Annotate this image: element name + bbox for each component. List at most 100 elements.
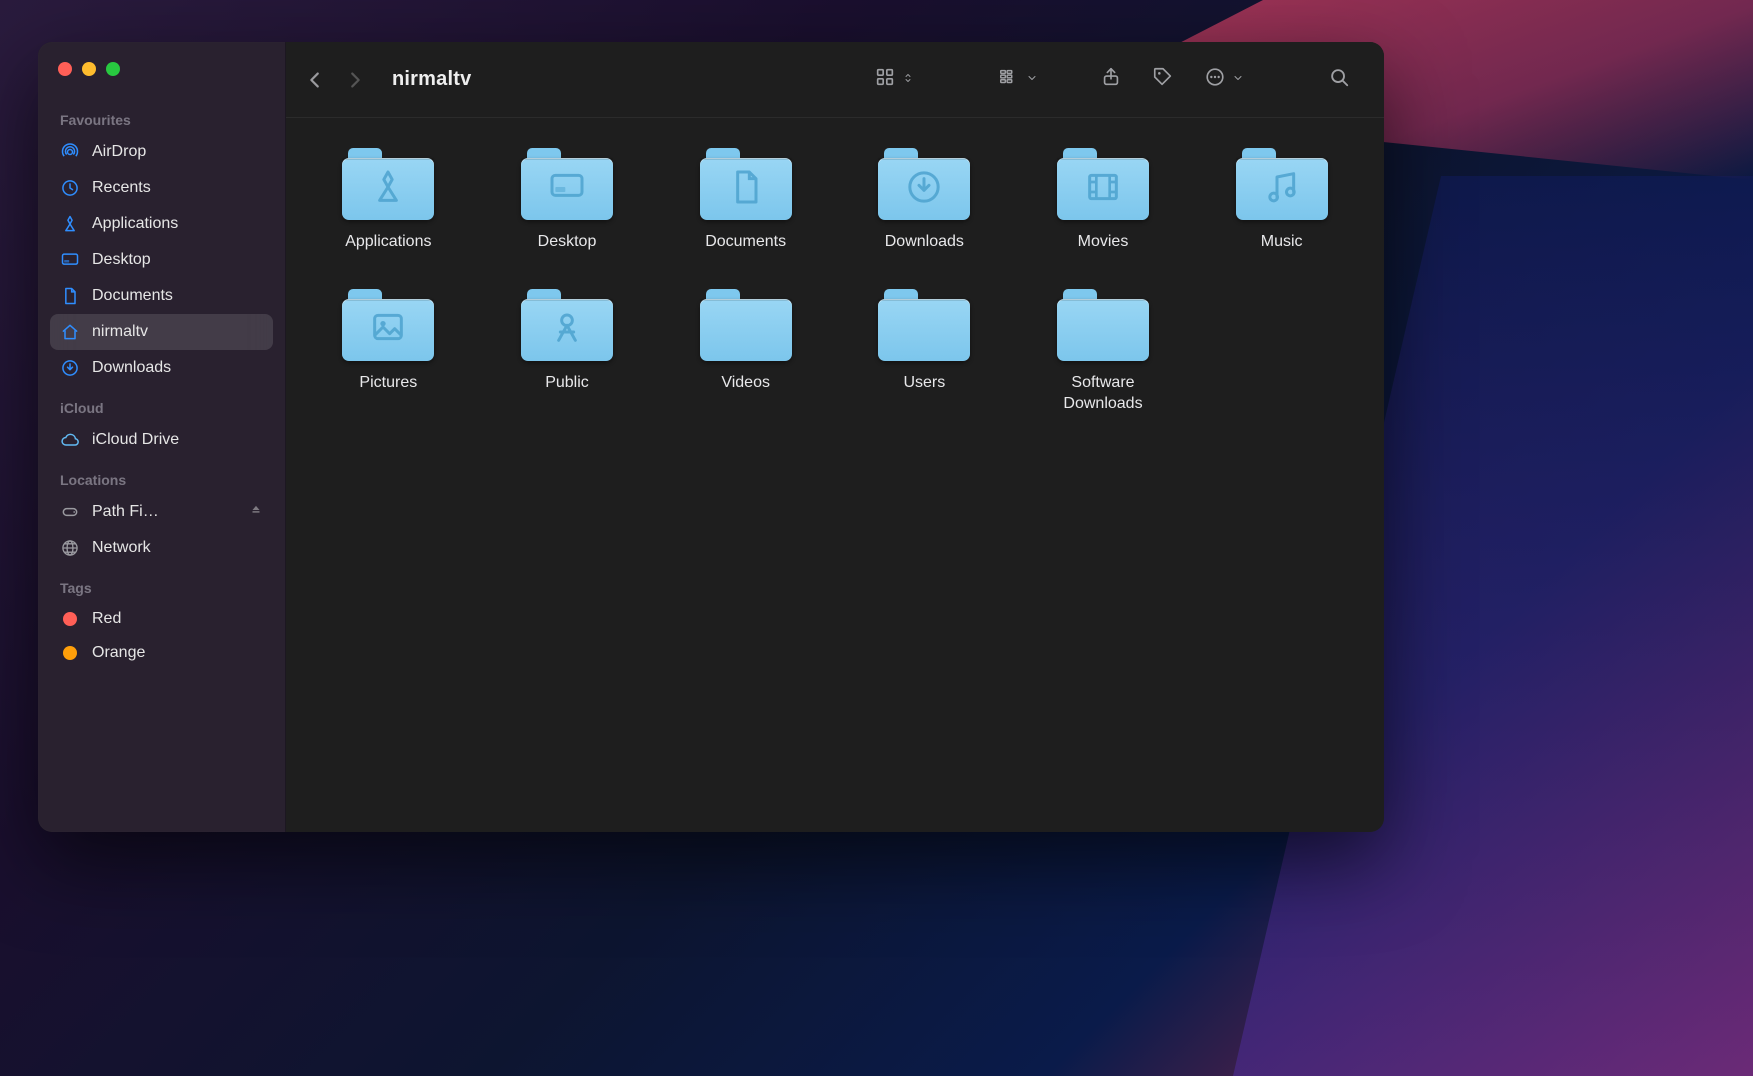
sidebar-item-label: Network xyxy=(92,539,151,557)
sidebar-item-label: Red xyxy=(92,610,121,628)
sidebar-item-label: nirmaltv xyxy=(92,323,148,341)
eject-icon[interactable] xyxy=(249,503,263,522)
download-glyph-icon xyxy=(904,167,944,212)
document-icon xyxy=(60,286,80,306)
tag-red-icon xyxy=(63,612,77,626)
doc-glyph-icon xyxy=(726,167,766,212)
folder-item[interactable]: Videos xyxy=(671,289,820,415)
folder-item[interactable]: Pictures xyxy=(314,289,463,415)
folder-icon xyxy=(1057,289,1149,361)
search-button[interactable] xyxy=(1320,60,1358,99)
folder-label: Software Downloads xyxy=(1033,373,1173,415)
folder-label: Videos xyxy=(721,373,770,394)
home-icon xyxy=(60,322,80,342)
sidebar-item-documents[interactable]: Documents xyxy=(50,278,273,314)
clock-icon xyxy=(60,178,80,198)
folder-icon xyxy=(521,289,613,361)
tags-button[interactable] xyxy=(1144,60,1182,99)
sidebar-item-label: Downloads xyxy=(92,359,171,377)
folder-label: Applications xyxy=(345,232,431,253)
zoom-button[interactable] xyxy=(106,62,120,76)
folder-item[interactable]: Public xyxy=(493,289,642,415)
tag-icon xyxy=(1152,66,1174,93)
main-pane: nirmaltv xyxy=(286,42,1384,832)
folder-item[interactable]: Music xyxy=(1207,148,1356,253)
music-glyph-icon xyxy=(1262,167,1302,212)
disk-icon xyxy=(60,502,80,522)
back-button[interactable] xyxy=(304,69,326,91)
share-icon xyxy=(1100,66,1122,93)
folder-label: Desktop xyxy=(538,232,597,253)
folder-item[interactable]: Software Downloads xyxy=(1029,289,1178,415)
updown-icon xyxy=(902,71,914,89)
movie-glyph-icon xyxy=(1083,167,1123,212)
sidebar-item-home[interactable]: nirmaltv xyxy=(50,314,273,350)
folder-icon xyxy=(342,148,434,220)
desktop-glyph-icon xyxy=(547,167,587,212)
folder-label: Downloads xyxy=(885,232,964,253)
chevron-down-icon xyxy=(1026,71,1038,89)
sidebar-item-icloud-drive[interactable]: iCloud Drive xyxy=(50,422,273,458)
close-button[interactable] xyxy=(58,62,72,76)
folder-grid: Applications Desktop Documents Downloads Mov… xyxy=(314,148,1356,414)
sidebar-item-label: AirDrop xyxy=(92,143,146,161)
folder-label: Public xyxy=(545,373,589,394)
folder-label: Documents xyxy=(705,232,786,253)
folder-icon xyxy=(700,289,792,361)
folder-icon xyxy=(878,148,970,220)
group-icon xyxy=(998,66,1020,93)
view-mode-button[interactable] xyxy=(866,60,922,99)
section-title-tags: Tags xyxy=(50,566,273,602)
sidebar: Favourites AirDrop Recents Applications … xyxy=(38,42,286,832)
sidebar-item-label: iCloud Drive xyxy=(92,431,179,449)
finder-window: Favourites AirDrop Recents Applications … xyxy=(38,42,1384,832)
sidebar-item-label: Applications xyxy=(92,215,178,233)
sidebar-item-tag-red[interactable]: Red xyxy=(50,602,273,636)
chevron-down-icon xyxy=(1232,71,1244,89)
folder-label: Pictures xyxy=(359,373,417,394)
folder-label: Users xyxy=(903,373,945,394)
more-icon xyxy=(1204,66,1226,93)
toolbar: nirmaltv xyxy=(286,42,1384,118)
folder-item[interactable]: Desktop xyxy=(493,148,642,253)
folder-item[interactable]: Downloads xyxy=(850,148,999,253)
sidebar-item-path-fi[interactable]: Path Fi… xyxy=(50,494,273,530)
sidebar-item-recents[interactable]: Recents xyxy=(50,170,273,206)
section-title-favourites: Favourites xyxy=(50,98,273,134)
sidebar-item-network[interactable]: Network xyxy=(50,530,273,566)
folder-icon xyxy=(342,289,434,361)
section-title-locations: Locations xyxy=(50,458,273,494)
section-title-icloud: iCloud xyxy=(50,386,273,422)
content-area[interactable]: Applications Desktop Documents Downloads Mov… xyxy=(286,118,1384,832)
forward-button[interactable] xyxy=(344,69,366,91)
folder-item[interactable]: Applications xyxy=(314,148,463,253)
group-by-button[interactable] xyxy=(990,60,1046,99)
public-glyph-icon xyxy=(547,307,587,352)
sidebar-item-downloads[interactable]: Downloads xyxy=(50,350,273,386)
sidebar-item-label: Recents xyxy=(92,179,151,197)
share-button[interactable] xyxy=(1092,60,1130,99)
sidebar-item-desktop[interactable]: Desktop xyxy=(50,242,273,278)
folder-icon xyxy=(1236,148,1328,220)
applications-icon xyxy=(60,214,80,234)
sidebar-item-label: Orange xyxy=(92,644,145,662)
folder-label: Movies xyxy=(1078,232,1129,253)
airdrop-icon xyxy=(60,142,80,162)
download-icon xyxy=(60,358,80,378)
folder-item[interactable]: Users xyxy=(850,289,999,415)
picture-glyph-icon xyxy=(368,307,408,352)
sidebar-item-label: Path Fi… xyxy=(92,503,159,521)
traffic-lights xyxy=(50,62,273,98)
folder-icon xyxy=(700,148,792,220)
minimize-button[interactable] xyxy=(82,62,96,76)
folder-item[interactable]: Movies xyxy=(1029,148,1178,253)
sidebar-item-airdrop[interactable]: AirDrop xyxy=(50,134,273,170)
action-menu-button[interactable] xyxy=(1196,60,1252,99)
sidebar-item-applications[interactable]: Applications xyxy=(50,206,273,242)
folder-icon xyxy=(1057,148,1149,220)
folder-item[interactable]: Documents xyxy=(671,148,820,253)
icon-view-icon xyxy=(874,66,896,93)
sidebar-item-label: Desktop xyxy=(92,251,151,269)
apps-glyph-icon xyxy=(368,167,408,212)
sidebar-item-tag-orange[interactable]: Orange xyxy=(50,636,273,670)
